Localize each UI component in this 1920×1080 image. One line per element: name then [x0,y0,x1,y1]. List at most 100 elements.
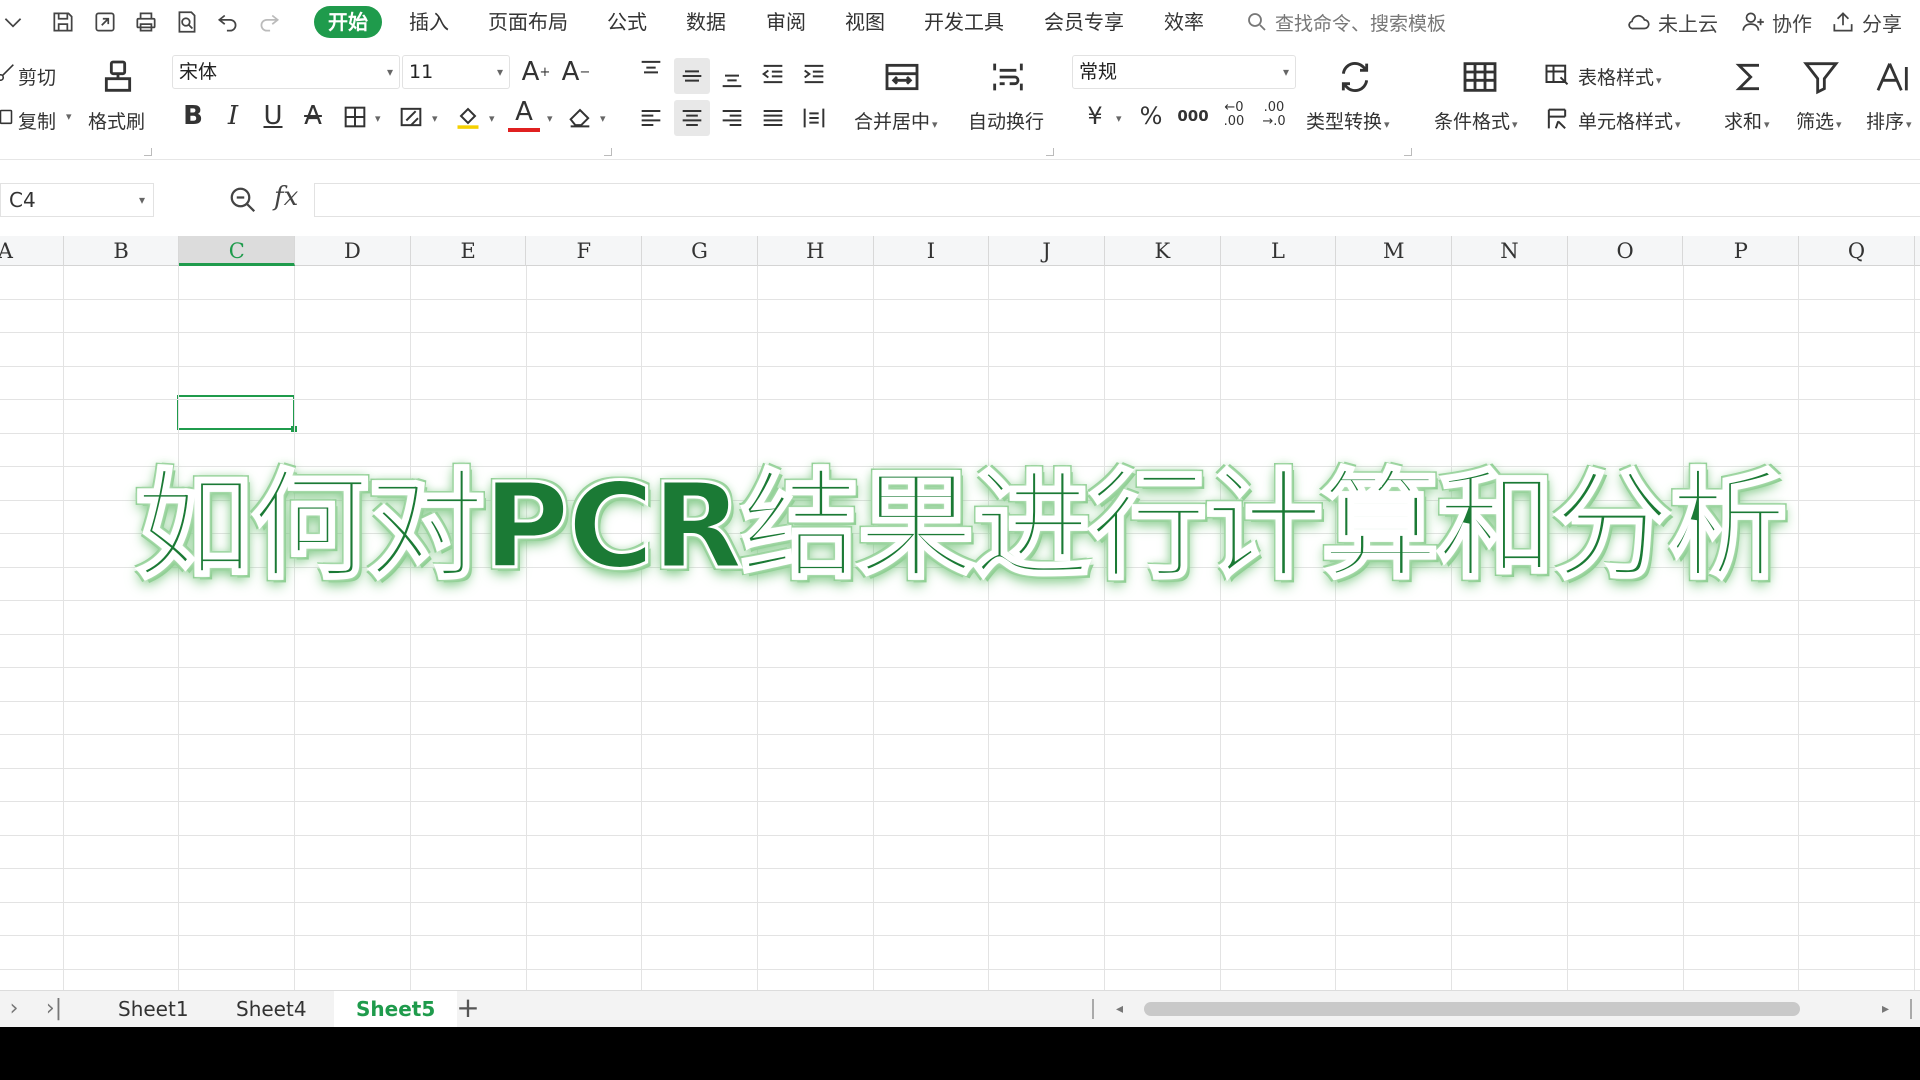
column-header-p[interactable]: P [1684,236,1800,266]
sum-button[interactable]: 求和 ▾ [1724,107,1770,134]
decrease-decimal-icon[interactable]: .00 →.0 [1258,98,1290,132]
tab-view[interactable]: 视图 [831,6,899,38]
bold-icon[interactable]: B [178,100,208,132]
tab-review[interactable]: 审阅 [752,6,820,38]
column-header-i[interactable]: I [874,236,990,266]
percent-icon[interactable]: % [1136,100,1166,132]
column-header-a[interactable]: A [0,236,64,266]
split-handle[interactable] [1910,999,1912,1019]
sigma-icon[interactable] [1728,56,1770,98]
tab-member[interactable]: 会员专享 [1030,6,1138,38]
cell-style-button[interactable]: 单元格样式 ▾ [1578,107,1681,134]
group-launcher[interactable] [1404,148,1412,156]
column-header-o[interactable]: O [1568,236,1684,266]
type-convert-icon[interactable] [1334,56,1376,98]
cloud-status-button[interactable]: 未上云 [1626,7,1718,37]
column-header-l[interactable]: L [1221,236,1337,266]
borders-icon[interactable] [340,102,370,132]
collaborate-button[interactable]: 协作 [1740,7,1812,37]
sort-icon[interactable] [1872,56,1914,98]
column-header-q[interactable]: Q [1799,236,1915,266]
scrollbar-thumb[interactable] [1144,1002,1800,1016]
conditional-format-icon[interactable] [1458,56,1502,98]
scissors-icon[interactable] [0,60,18,84]
table-style-button[interactable]: 表格样式 ▾ [1578,63,1662,90]
fill-pattern-icon[interactable] [396,102,426,132]
increase-indent-icon[interactable] [798,58,830,90]
tab-insert[interactable]: 插入 [395,6,463,38]
cell-area[interactable] [0,266,1920,990]
align-left-icon[interactable] [635,102,667,134]
tab-home[interactable]: 开始 [314,6,382,38]
font-name-select[interactable]: 宋体 ▾ [172,55,400,89]
font-size-select[interactable]: 11 ▾ [402,55,510,89]
format-painter-icon[interactable] [97,56,139,98]
print-icon[interactable] [131,7,161,37]
align-middle-icon[interactable] [674,58,710,94]
group-launcher[interactable] [144,148,152,156]
add-sheet-icon[interactable]: + [452,993,484,1025]
sheet-tab-1[interactable]: Sheet1 [96,991,211,1027]
cut-button[interactable]: 剪切 [18,63,56,90]
horizontal-scrollbar[interactable]: ◂ ▸ [1108,997,1889,1021]
undo-icon[interactable] [213,7,243,37]
share-button[interactable]: 分享 [1830,7,1902,37]
column-header-d[interactable]: D [295,236,411,266]
copy-dropdown-icon[interactable]: ▾ [66,110,72,123]
type-convert-button[interactable]: 类型转换 ▾ [1306,107,1390,134]
align-top-icon[interactable] [635,54,667,86]
cell-style-icon[interactable] [1542,104,1572,134]
last-sheet-icon[interactable]: ›| [40,995,68,1023]
zoom-icon[interactable] [228,185,258,215]
print-preview-icon[interactable] [172,7,202,37]
scroll-left-icon[interactable]: ◂ [1116,997,1123,1021]
redo-icon[interactable] [254,7,284,37]
tab-developer[interactable]: 开发工具 [910,6,1018,38]
sort-button[interactable]: 排序 ▾ [1866,107,1912,134]
borders-dropdown-icon[interactable]: ▾ [375,112,381,125]
chevron-down-icon[interactable] [0,7,28,37]
merge-center-button[interactable]: 合并居中 ▾ [854,107,938,134]
name-box[interactable]: C4 ▾ [0,183,154,217]
distributed-icon[interactable] [798,102,830,134]
column-header-f[interactable]: F [527,236,643,266]
formula-input[interactable] [314,183,1920,217]
merge-center-icon[interactable] [880,56,924,98]
copy-icon[interactable] [0,104,18,128]
column-header-c[interactable]: C [179,236,296,266]
column-header-m[interactable]: M [1336,236,1453,266]
column-header-j[interactable]: J [989,236,1105,266]
fill-color-dropdown-icon[interactable]: ▾ [489,112,495,125]
column-header-k[interactable]: K [1105,236,1221,266]
sheet-tab-5[interactable]: Sheet5 [334,991,458,1027]
align-right-icon[interactable] [716,102,748,134]
copy-button[interactable]: 复制 [18,107,56,134]
italic-icon[interactable]: I [218,100,248,132]
filter-icon[interactable] [1800,56,1842,98]
align-bottom-icon[interactable] [716,62,748,94]
fill-color-icon[interactable] [452,100,484,132]
fill-pattern-dropdown-icon[interactable]: ▾ [432,112,438,125]
format-painter-button[interactable]: 格式刷 [88,107,145,134]
fx-icon[interactable]: fx [274,182,298,212]
wrap-text-icon[interactable] [986,56,1030,98]
justify-icon[interactable] [757,102,789,134]
tab-data[interactable]: 数据 [672,6,740,38]
decrease-indent-icon[interactable] [757,58,789,90]
save-icon[interactable] [48,7,78,37]
command-search[interactable]: 查找命令、搜索模板 [1245,7,1446,37]
thousands-separator-icon[interactable]: 000 [1176,100,1210,132]
worksheet-grid[interactable]: ABCDEFGHIJKLMNOPQ [0,236,1920,990]
group-launcher[interactable] [1046,148,1054,156]
tab-efficiency[interactable]: 效率 [1150,6,1218,38]
currency-icon[interactable]: ¥ [1080,100,1110,132]
table-style-icon[interactable] [1542,60,1572,90]
number-format-select[interactable]: 常规 ▾ [1072,55,1296,89]
filter-button[interactable]: 筛选 ▾ [1796,107,1842,134]
font-color-icon[interactable]: A [508,96,540,132]
scroll-right-icon[interactable]: ▸ [1882,997,1889,1021]
column-header-n[interactable]: N [1452,236,1568,266]
active-cell[interactable] [177,395,297,432]
tab-page-layout[interactable]: 页面布局 [474,6,582,38]
align-center-icon[interactable] [674,100,710,136]
